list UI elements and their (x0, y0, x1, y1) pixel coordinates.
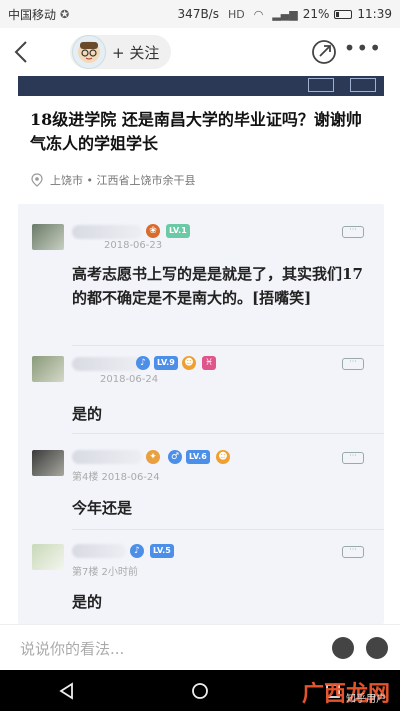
reply-item: ❀ LV.1 2018-06-23 ··· 高考志愿书上写的是是就是了，其实我们… (18, 204, 384, 346)
app-header: + 关注 ••• (0, 28, 400, 76)
level-badge: LV.5 (150, 544, 174, 558)
zodiac-icon: ♓ (202, 356, 216, 370)
reply-username[interactable] (72, 357, 142, 371)
image-frame (350, 78, 376, 92)
nav-home-button[interactable] (190, 681, 210, 701)
gender-icon: ♂ (168, 450, 182, 464)
emoji-icon: ☻ (182, 356, 196, 370)
reply-menu-icon[interactable]: ··· (342, 358, 364, 370)
level-badge: LV.9 (154, 356, 178, 370)
signal-icon: ▂▄▆ (272, 7, 298, 21)
reply-avatar[interactable] (32, 450, 64, 476)
battery-icon (334, 9, 353, 19)
carrier-name: 中国移动 (8, 7, 57, 22)
wifi-icon: ◠ (253, 7, 264, 21)
user-avatar-icon (78, 41, 100, 63)
attached-image-strip[interactable] (18, 76, 384, 96)
watermark-text: 知乎用户 (346, 694, 386, 705)
reply-item: ✦ ♂ LV.6 ☻ 第4楼 2018-06-24 ··· 今年还是 (18, 434, 384, 530)
clock: 11:39 (357, 7, 392, 21)
level-badge: LV.6 (186, 450, 210, 464)
follow-button[interactable]: + 关注 (70, 35, 172, 69)
image-frame (308, 78, 334, 92)
hd-icon: HD (227, 7, 245, 21)
emoji-icon: ☻ (216, 450, 230, 464)
reply-item: ♪ LV.5 第7楼 2小时前 ··· 是的 (18, 530, 384, 624)
reply-text: 今年还是 (72, 499, 133, 517)
chevron-left-icon (14, 41, 27, 63)
emoji-icon[interactable] (366, 637, 388, 659)
notification-icon: ✪ (60, 7, 70, 21)
battery-percent: 21% (302, 7, 330, 21)
nav-back-button[interactable] (57, 681, 77, 701)
verified-icon: ♪ (136, 356, 150, 370)
comment-input[interactable]: 说说你的看法... (20, 638, 124, 659)
post-location: 上饶市 • 江西省上饶市余干县 (30, 172, 195, 188)
wand-icon: ✦ (146, 450, 160, 464)
reply-menu-icon[interactable]: ··· (342, 452, 364, 464)
network-speed: 347B/s (177, 7, 219, 21)
reply-username[interactable] (72, 225, 142, 239)
reply-menu-icon[interactable]: ··· (342, 226, 364, 238)
more-icon[interactable]: ••• (344, 36, 382, 60)
circle-home-icon (192, 682, 208, 699)
reply-meta: 第4楼 2018-06-24 (72, 472, 160, 483)
reply-text: 高考志愿书上写的是是就是了，其实我们17的都不确定是不是南大的。[捂嘴笑] (72, 265, 363, 307)
reply-meta: 2018-06-24 (100, 374, 159, 385)
share-icon[interactable] (310, 38, 338, 66)
reply-item: ♪ LV.9 ☻ ♓ 2018-06-24 ··· 是的 (18, 346, 384, 434)
back-button[interactable] (0, 28, 42, 76)
reply-username[interactable] (72, 544, 126, 558)
reply-list: ❀ LV.1 2018-06-23 ··· 高考志愿书上写的是是就是了，其实我们… (18, 204, 384, 624)
reply-avatar[interactable] (32, 356, 64, 382)
comment-actions (332, 637, 388, 659)
avatar[interactable] (72, 35, 106, 69)
reply-avatar[interactable] (32, 224, 64, 250)
reply-meta: 2018-06-23 (104, 240, 163, 251)
reply-username[interactable] (72, 450, 142, 464)
comment-bar: 说说你的看法... (0, 624, 400, 670)
reply-text: 是的 (72, 405, 103, 423)
reply-text: 是的 (72, 593, 103, 611)
follow-label: + 关注 (112, 43, 160, 62)
location-text: 上饶市 • 江西省上饶市余干县 (50, 174, 196, 187)
level-badge: LV.1 (166, 224, 190, 238)
reply-avatar[interactable] (32, 544, 64, 570)
verified-icon: ♪ (130, 544, 144, 558)
location-pin-icon (31, 173, 43, 187)
reply-menu-icon[interactable]: ··· (342, 546, 364, 558)
question-title: 18级进学院 还是南昌大学的毕业证吗？谢谢帅气冻人的学姐学长 (30, 110, 362, 153)
sticker-icon[interactable] (332, 637, 354, 659)
triangle-back-icon (58, 681, 73, 700)
reply-meta: 第7楼 2小时前 (72, 567, 138, 578)
status-bar: 中国移动 ✪ 347B/s HD ◠ ▂▄▆ 21% 11:39 (0, 0, 400, 28)
medal-icon: ❀ (146, 224, 160, 238)
